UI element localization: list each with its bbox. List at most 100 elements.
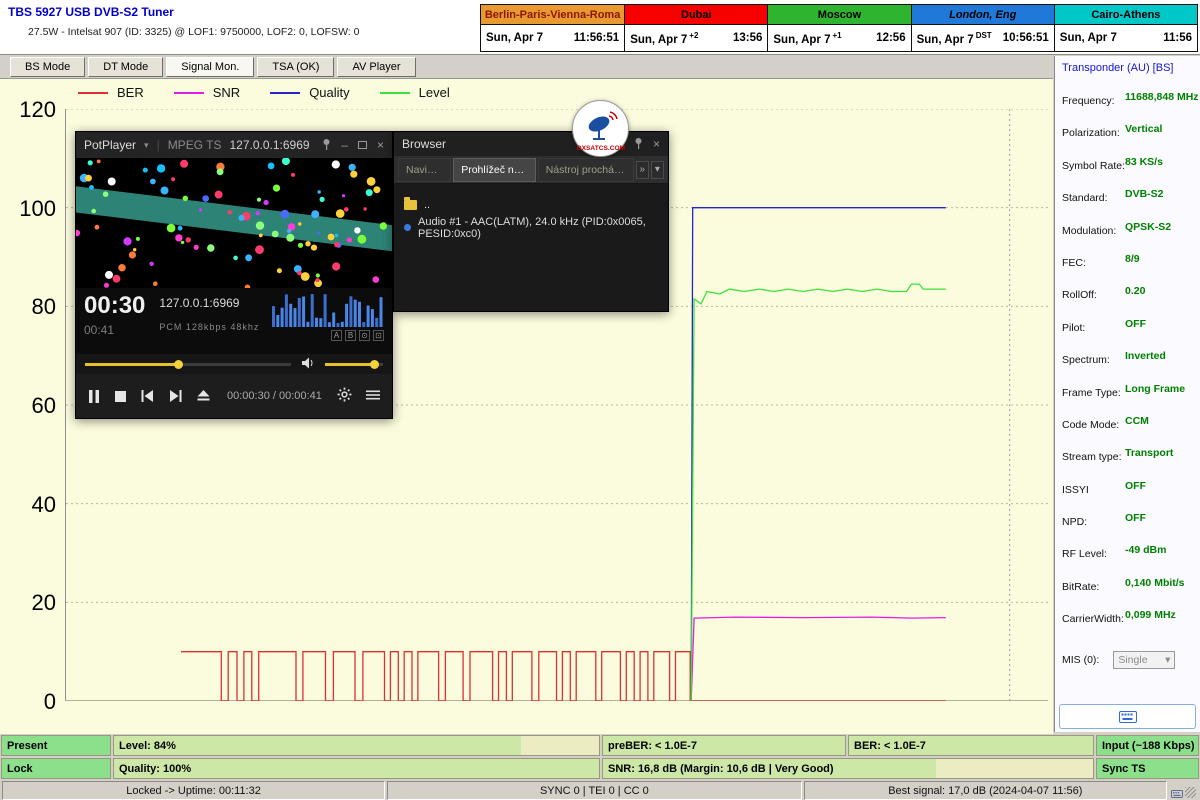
status-row-2: Lock Quality: 100% SNR: 16,8 dB (Margin:… bbox=[1, 758, 1199, 779]
legend-level: Level bbox=[380, 85, 450, 100]
quality-label: Quality: 100% bbox=[119, 763, 191, 775]
clock-time-value: 12:56 bbox=[876, 32, 905, 44]
window-controls: – × bbox=[322, 138, 384, 153]
level-label: Level: 84% bbox=[119, 740, 176, 752]
potplayer-titlebar[interactable]: PotPlayer ▾ | MPEG TS 127.0.0.1:6969 – × bbox=[76, 132, 392, 158]
minimize-icon[interactable]: – bbox=[341, 138, 348, 152]
list-item-label: .. bbox=[424, 199, 430, 211]
status-bar: Locked -> Uptime: 00:11:32 SYNC 0 | TEI … bbox=[0, 780, 1200, 800]
list-item-audio-track[interactable]: Audio #1 - AAC(LATM), 24.0 kHz (PID:0x00… bbox=[404, 216, 658, 239]
next-button[interactable] bbox=[169, 390, 182, 402]
clock-moscow: MoscowSun, Apr 7+112:56 bbox=[767, 5, 910, 51]
transponder-title: Transponder (AU) [BS] bbox=[1062, 62, 1173, 74]
close-icon[interactable]: × bbox=[653, 137, 660, 151]
statusbar-corner bbox=[1169, 781, 1198, 800]
volume-slider[interactable] bbox=[325, 363, 383, 366]
pin-icon[interactable] bbox=[634, 137, 643, 152]
mis-selected-value: Single bbox=[1118, 654, 1147, 666]
restore-icon[interactable] bbox=[358, 141, 367, 149]
app-title: TBS 5927 USB DVB-S2 Tuner bbox=[8, 5, 174, 19]
ber-bar: BER: < 1.0E-7 bbox=[848, 735, 1094, 756]
resize-grip[interactable] bbox=[1185, 787, 1196, 798]
tab-nastroj-prochazeni[interactable]: Nástroj procházení tit... bbox=[538, 158, 634, 182]
tab-prohlizec-nabidky[interactable]: Prohlížeč nabídky bbox=[453, 158, 535, 182]
player-info-panel: 00:30 00:41 127.0.0.1:6969 PCM 128kbps 4… bbox=[76, 288, 392, 354]
eject-button[interactable] bbox=[197, 390, 210, 402]
menu-icon[interactable] bbox=[366, 389, 380, 404]
close-icon[interactable]: × bbox=[377, 138, 384, 152]
mis-select[interactable]: Single ▾ bbox=[1113, 651, 1175, 669]
clock-dubai: DubaiSun, Apr 7+213:56 bbox=[624, 5, 767, 51]
potplayer-window: PotPlayer ▾ | MPEG TS 127.0.0.1:6969 – ×… bbox=[75, 131, 393, 419]
transponder-param-label: Code Mode: bbox=[1062, 419, 1119, 431]
seek-bar[interactable] bbox=[85, 363, 291, 366]
nav-next-button[interactable]: » bbox=[636, 161, 649, 179]
audio-format-label: PCM 128kbps 48khz bbox=[159, 322, 266, 332]
video-surface[interactable] bbox=[76, 158, 392, 288]
transponder-row-bitrate-: BitRate:0,140 Mbit/s bbox=[1055, 572, 1200, 604]
player-menu-controls bbox=[337, 387, 380, 405]
volume-knob[interactable] bbox=[370, 360, 379, 369]
settings-gear-icon[interactable] bbox=[337, 387, 352, 405]
key-input-button[interactable] bbox=[1059, 704, 1196, 729]
clock-date: Sun, Apr 7 bbox=[1060, 32, 1117, 44]
transponder-row-carrierwidth-: CarrierWidth:0,099 MHz bbox=[1055, 604, 1200, 636]
audio-spectrum bbox=[272, 293, 384, 327]
list-item-label: Audio #1 - AAC(LATM), 24.0 kHz (PID:0x00… bbox=[418, 216, 658, 240]
clock-time-value: 10:56:51 bbox=[1003, 32, 1049, 44]
clock-cairo-athens: Cairo-AthensSun, Apr 711:56 bbox=[1054, 5, 1197, 51]
spectrum-block: A B ⊙ ⊡ bbox=[266, 293, 384, 349]
seek-knob[interactable] bbox=[174, 360, 183, 369]
ab-repeat-b-button[interactable]: B bbox=[345, 330, 356, 341]
mis-row: MIS (0): Single ▾ bbox=[1062, 651, 1175, 669]
tab-bar: BS ModeDT ModeSignal Mon.TSA (OK)AV Play… bbox=[0, 56, 1053, 78]
browser-content: .. Audio #1 - AAC(LATM), 24.0 kHz (PID:0… bbox=[394, 184, 668, 248]
pause-button[interactable] bbox=[88, 390, 100, 403]
logo-text: DXSATCS.COM bbox=[576, 145, 625, 152]
clock-berlin-paris-vienna-roma: Berlin-Paris-Vienna-RomaSun, Apr 711:56:… bbox=[481, 5, 624, 51]
tab-bs-mode[interactable]: BS Mode bbox=[10, 57, 85, 77]
tab-av-player[interactable]: AV Player bbox=[337, 57, 415, 77]
ab-repeat-a-button[interactable]: A bbox=[331, 330, 342, 341]
transponder-row-stream-type-: Stream type:Transport bbox=[1055, 442, 1200, 474]
transponder-param-value: 0,099 MHz bbox=[1125, 609, 1176, 621]
fullscreen-icon[interactable]: ⊡ bbox=[373, 330, 384, 341]
transponder-param-label: Modulation: bbox=[1062, 225, 1116, 237]
dropdown-button[interactable]: ▾ bbox=[651, 161, 664, 179]
transponder-param-label: Frequency: bbox=[1062, 95, 1115, 107]
transponder-row-frequency-: Frequency: 11688,848 MHz bbox=[1055, 86, 1200, 118]
list-item-parent-dir[interactable]: .. bbox=[404, 193, 658, 216]
transponder-param-value: 11688,848 MHz bbox=[1125, 91, 1199, 103]
preber-label: preBER: < 1.0E-7 bbox=[608, 740, 697, 752]
previous-button[interactable] bbox=[141, 390, 154, 402]
tab-tsa-ok-[interactable]: TSA (OK) bbox=[257, 57, 334, 77]
lock-label: Lock bbox=[7, 763, 33, 775]
transponder-row-polarization-: Polarization:Vertical bbox=[1055, 118, 1200, 150]
transponder-param-value: QPSK-S2 bbox=[1125, 221, 1171, 233]
best-signal-status: Best signal: 17,0 dB (2024-04-07 11:56) bbox=[804, 781, 1167, 800]
legend-swatch bbox=[380, 92, 410, 94]
seek-row bbox=[76, 354, 392, 374]
tab-signal-mon-[interactable]: Signal Mon. bbox=[166, 57, 254, 77]
series-ber bbox=[181, 652, 946, 701]
transponder-param-label: Pilot: bbox=[1062, 322, 1085, 334]
tab-navigovat[interactable]: Navigovat bbox=[398, 158, 451, 182]
transponder-param-label: ISSYI bbox=[1062, 484, 1089, 496]
series-snr bbox=[691, 617, 946, 701]
chevron-down-icon[interactable]: ▾ bbox=[144, 140, 149, 151]
world-clocks: Berlin-Paris-Vienna-RomaSun, Apr 711:56:… bbox=[480, 4, 1198, 52]
pin-icon[interactable] bbox=[322, 138, 331, 153]
tab-dt-mode[interactable]: DT Mode bbox=[88, 57, 163, 77]
keyboard-tray-icon[interactable] bbox=[1171, 790, 1183, 798]
series-quality bbox=[691, 208, 946, 701]
legend-ber: BER bbox=[78, 85, 144, 100]
stop-button[interactable] bbox=[115, 391, 126, 402]
transponder-rows: Frequency: 11688,848 MHz Polarization:Vert… bbox=[1055, 86, 1200, 637]
legend-snr: SNR bbox=[174, 85, 240, 100]
clock-date: Sun, Apr 7DST bbox=[917, 31, 992, 46]
header: TBS 5927 USB DVB-S2 Tuner 27.5W - Intels… bbox=[0, 0, 1200, 55]
transponder-param-value: Inverted bbox=[1125, 350, 1166, 362]
stream-type-label: MPEG TS bbox=[168, 138, 222, 152]
speaker-icon[interactable] bbox=[301, 357, 315, 372]
loop-icon[interactable]: ⊙ bbox=[359, 330, 370, 341]
